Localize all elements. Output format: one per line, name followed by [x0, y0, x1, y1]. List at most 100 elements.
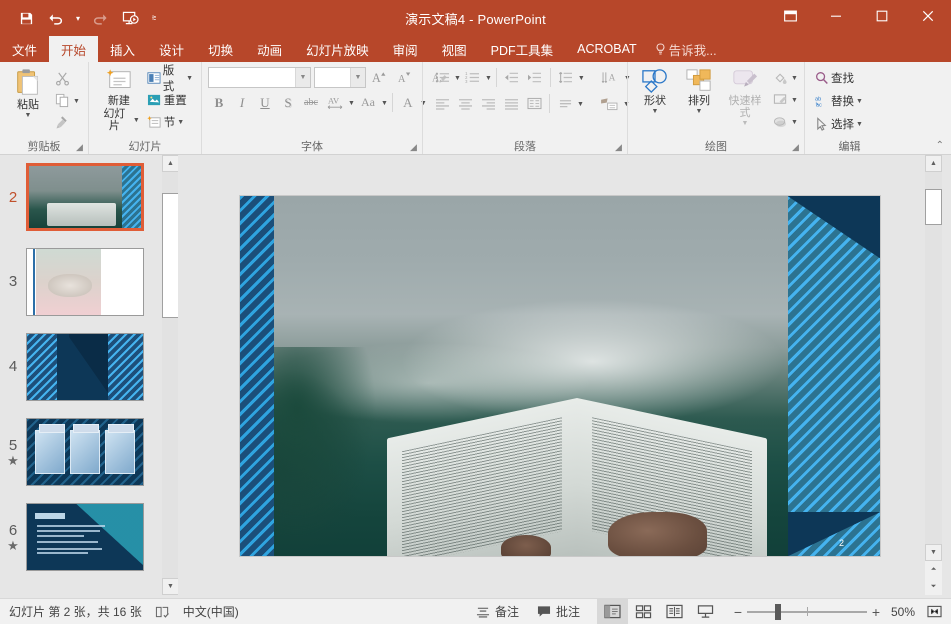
- new-slide-button[interactable]: 新建 幻灯片 ▼: [94, 66, 144, 134]
- thumbnail-slide-4[interactable]: 4: [0, 324, 162, 409]
- tab-transitions[interactable]: 切换: [196, 36, 245, 62]
- font-name-input[interactable]: ▼: [208, 67, 311, 88]
- zoom-slider-handle[interactable]: [775, 604, 781, 620]
- comments-button[interactable]: 批注: [528, 599, 589, 624]
- select-button[interactable]: 选择 ▼: [812, 113, 866, 134]
- character-spacing-button[interactable]: AV: [323, 92, 347, 113]
- line-spacing-button[interactable]: [555, 67, 577, 88]
- tab-slideshow[interactable]: 幻灯片放映: [294, 36, 381, 62]
- align-text-caret[interactable]: ▼: [577, 101, 584, 108]
- font-color-button[interactable]: A: [397, 92, 419, 113]
- slide-count-status[interactable]: 幻灯片 第 2 张，共 16 张: [0, 599, 151, 624]
- change-case-button[interactable]: Aa: [356, 92, 380, 113]
- shapes-button[interactable]: 形状 ▼: [633, 66, 677, 117]
- zoom-in-button[interactable]: +: [867, 604, 885, 620]
- slide-scroll-up-button[interactable]: ▲: [925, 155, 942, 172]
- thumbnail-slide-2[interactable]: 2: [0, 155, 162, 239]
- shape-effects-button[interactable]: [769, 111, 791, 132]
- font-dialog-launcher[interactable]: ◢: [408, 142, 419, 153]
- align-right-button[interactable]: [477, 93, 499, 114]
- paragraph-dialog-launcher[interactable]: ◢: [613, 142, 624, 153]
- notes-button[interactable]: 备注: [467, 599, 528, 624]
- numbering-caret[interactable]: ▼: [485, 75, 492, 82]
- paste-dropdown-caret[interactable]: ▼: [25, 112, 32, 119]
- slide-photo[interactable]: [274, 196, 788, 556]
- tab-file[interactable]: 文件: [0, 36, 49, 62]
- tab-insert[interactable]: 插入: [98, 36, 147, 62]
- previous-slide-button[interactable]: ⏶: [925, 561, 942, 578]
- reset-button[interactable]: 重置: [144, 89, 196, 110]
- layout-button[interactable]: 版式 ▼: [144, 67, 196, 88]
- layout-dropdown-caret[interactable]: ▼: [186, 75, 193, 82]
- ribbon-display-options-icon[interactable]: [767, 0, 813, 32]
- increase-indent-button[interactable]: [524, 67, 546, 88]
- find-button[interactable]: 查找: [812, 67, 857, 88]
- fit-slide-to-window-button[interactable]: [921, 599, 947, 624]
- zoom-level-label[interactable]: 50%: [885, 605, 921, 619]
- shapes-caret[interactable]: ▼: [652, 108, 659, 115]
- shape-outline-caret[interactable]: ▼: [791, 97, 798, 104]
- slide-scroll-down-button[interactable]: ▼: [925, 544, 942, 561]
- tab-home[interactable]: 开始: [49, 36, 98, 62]
- thumbnail-frame-6[interactable]: [26, 503, 144, 571]
- spellcheck-status[interactable]: [151, 599, 174, 624]
- current-slide[interactable]: 2: [240, 196, 880, 556]
- thumbnail-frame-5[interactable]: [26, 418, 144, 486]
- quick-styles-button[interactable]: 快速样式 ▼: [721, 66, 769, 129]
- columns-button[interactable]: [523, 93, 545, 114]
- new-slide-dropdown-caret[interactable]: ▼: [133, 117, 140, 124]
- redo-icon[interactable]: [86, 4, 114, 32]
- thumbnail-scrollbar[interactable]: ▲ ▼: [162, 155, 179, 595]
- tell-me-box[interactable]: 告诉我...: [649, 36, 725, 62]
- bullets-button[interactable]: [431, 67, 453, 88]
- tab-pdf-toolkit[interactable]: PDF工具集: [479, 36, 566, 62]
- tab-review[interactable]: 审阅: [381, 36, 430, 62]
- view-slide-sorter-button[interactable]: [628, 599, 659, 624]
- section-button[interactable]: 节 ▼: [144, 111, 196, 132]
- zoom-slider[interactable]: [747, 599, 867, 624]
- thumbnail-frame-4[interactable]: [26, 333, 144, 401]
- customize-qat-icon[interactable]: ⩬: [146, 4, 162, 32]
- font-name-dropdown-caret[interactable]: ▼: [295, 68, 310, 87]
- undo-dropdown-caret[interactable]: ▾: [72, 4, 84, 32]
- thumbnail-scroll-track[interactable]: [162, 172, 179, 578]
- shape-fill-caret[interactable]: ▼: [791, 75, 798, 82]
- next-slide-button[interactable]: ⏷: [925, 578, 942, 595]
- font-size-dropdown-caret[interactable]: ▼: [350, 68, 365, 87]
- arrange-caret[interactable]: ▼: [696, 108, 703, 115]
- justify-button[interactable]: [500, 93, 522, 114]
- replace-button[interactable]: abac↳ 替换 ▼: [812, 90, 866, 111]
- maximize-icon[interactable]: [859, 0, 905, 32]
- tab-acrobat[interactable]: ACROBAT: [565, 36, 649, 62]
- font-size-input[interactable]: ▼: [314, 67, 366, 88]
- thumbnail-scroll-thumb[interactable]: [162, 193, 179, 318]
- format-painter-button[interactable]: [51, 112, 73, 133]
- section-dropdown-caret[interactable]: ▼: [177, 119, 184, 126]
- convert-to-smartart-button[interactable]: [598, 93, 622, 114]
- select-caret[interactable]: ▼: [856, 121, 863, 128]
- quick-styles-caret[interactable]: ▼: [742, 120, 749, 127]
- shape-fill-button[interactable]: [769, 67, 791, 88]
- cut-button[interactable]: [51, 68, 73, 89]
- align-text-button[interactable]: [554, 93, 576, 114]
- close-icon[interactable]: [905, 0, 951, 32]
- line-spacing-caret[interactable]: ▼: [578, 75, 585, 82]
- collapse-ribbon-icon[interactable]: ⌃: [936, 140, 944, 151]
- thumbnail-frame-3[interactable]: [26, 248, 144, 316]
- thumbnail-slide-6[interactable]: 6 ★: [0, 494, 162, 579]
- numbering-button[interactable]: 123: [462, 67, 484, 88]
- shape-outline-button[interactable]: [769, 89, 791, 110]
- decrease-font-size-button[interactable]: A: [394, 67, 416, 88]
- slide-scroll-track[interactable]: [925, 172, 942, 544]
- minimize-icon[interactable]: [813, 0, 859, 32]
- thumbnail-scroll-down-button[interactable]: ▼: [162, 578, 179, 595]
- decrease-indent-button[interactable]: [501, 67, 523, 88]
- slide-thumbnail-pane[interactable]: 2 3 4: [0, 155, 162, 595]
- bullets-caret[interactable]: ▼: [454, 75, 461, 82]
- paste-button[interactable]: 粘贴 ▼: [5, 66, 51, 121]
- zoom-out-button[interactable]: −: [729, 604, 747, 620]
- view-reading-button[interactable]: [659, 599, 690, 624]
- align-center-button[interactable]: [454, 93, 476, 114]
- thumbnail-scroll-up-button[interactable]: ▲: [162, 155, 179, 172]
- align-left-button[interactable]: [431, 93, 453, 114]
